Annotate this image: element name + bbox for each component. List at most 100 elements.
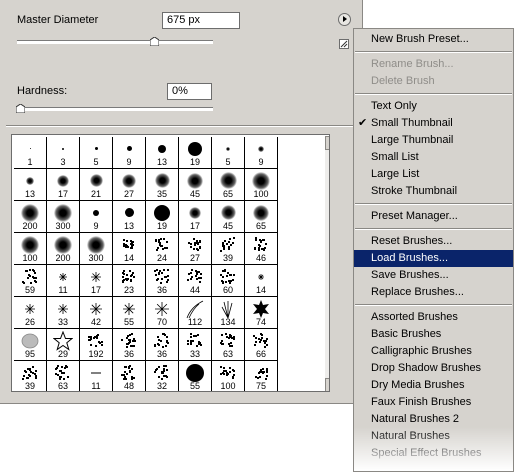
flyout-menu-icon[interactable] <box>338 13 351 26</box>
brush-cell[interactable]: 134 <box>212 297 245 329</box>
brush-tip-icon <box>179 267 211 286</box>
menu-item-faux-finish-brushes[interactable]: Faux Finish Brushes <box>354 394 513 411</box>
brush-cell[interactable]: 44 <box>179 265 212 297</box>
menu-item-large-list[interactable]: Large List <box>354 166 513 183</box>
hardness-field[interactable]: 0% <box>167 83 212 100</box>
brush-cell[interactable]: 33 <box>179 329 212 361</box>
brush-cell[interactable]: 23 <box>113 265 146 297</box>
brush-cell[interactable]: 39 <box>212 233 245 265</box>
brush-cell[interactable]: 42 <box>80 297 113 329</box>
brush-cell[interactable]: 192 <box>80 329 113 361</box>
master-diameter-field[interactable]: 675 px <box>162 12 240 29</box>
brush-cell[interactable]: 11 <box>80 361 113 391</box>
brush-cell[interactable]: 19 <box>179 137 212 169</box>
resize-icon[interactable] <box>339 39 349 49</box>
brush-tip-icon <box>179 235 211 254</box>
brush-cell[interactable]: 300 <box>47 201 80 233</box>
brush-cell[interactable]: 9 <box>245 137 278 169</box>
brush-cell[interactable]: 200 <box>47 233 80 265</box>
menu-item-special-effect-brushes[interactable]: Special Effect Brushes <box>354 445 513 462</box>
brush-cell[interactable]: 75 <box>245 361 278 391</box>
brush-tip-shape <box>25 303 35 314</box>
menu-item-stroke-thumbnail[interactable]: Stroke Thumbnail <box>354 183 513 200</box>
brush-cell[interactable]: 13 <box>113 201 146 233</box>
brush-cell[interactable]: 13 <box>146 137 179 169</box>
brush-cell[interactable]: 13 <box>14 169 47 201</box>
brush-cell[interactable]: 74 <box>245 297 278 329</box>
brush-cell[interactable]: 45 <box>212 201 245 233</box>
brush-cell[interactable]: 21 <box>80 169 113 201</box>
brush-cell[interactable]: 59 <box>14 265 47 297</box>
brush-cell[interactable]: 55 <box>113 297 146 329</box>
brush-cell[interactable]: 29 <box>47 329 80 361</box>
brush-cell[interactable]: 14 <box>245 265 278 297</box>
hardness-slider-thumb[interactable] <box>16 104 25 113</box>
brush-cell[interactable]: 17 <box>47 169 80 201</box>
brush-cell[interactable]: 48 <box>113 361 146 391</box>
menu-item-preset-manager[interactable]: Preset Manager... <box>354 208 513 225</box>
brush-cell[interactable]: 95 <box>14 329 47 361</box>
brush-cell[interactable]: 9 <box>113 137 146 169</box>
menu-item-assorted-brushes[interactable]: Assorted Brushes <box>354 309 513 326</box>
menu-item-small-thumbnail[interactable]: ✔ Small Thumbnail <box>354 115 513 132</box>
scroll-down-arrow-icon[interactable] <box>325 378 329 391</box>
brush-cell[interactable]: 33 <box>47 297 80 329</box>
master-diameter-slider-track[interactable] <box>17 40 213 44</box>
brush-cell[interactable]: 9 <box>80 201 113 233</box>
brush-cell[interactable]: 60 <box>212 265 245 297</box>
brush-cell[interactable]: 36 <box>146 265 179 297</box>
brush-cell[interactable]: 112 <box>179 297 212 329</box>
brush-cell[interactable]: 1 <box>14 137 47 169</box>
hardness-slider-track[interactable] <box>17 107 213 111</box>
menu-item-small-list[interactable]: Small List <box>354 149 513 166</box>
menu-item-dry-media-brushes[interactable]: Dry Media Brushes <box>354 377 513 394</box>
brush-cell[interactable]: 17 <box>179 201 212 233</box>
brush-cell[interactable]: 3 <box>47 137 80 169</box>
brush-cell[interactable]: 36 <box>146 329 179 361</box>
brush-cell[interactable]: 45 <box>179 169 212 201</box>
menu-item-basic-brushes[interactable]: Basic Brushes <box>354 326 513 343</box>
brush-cell[interactable]: 39 <box>14 361 47 391</box>
menu-item-large-thumbnail[interactable]: Large Thumbnail <box>354 132 513 149</box>
menu-item-natural-brushes-2[interactable]: Natural Brushes 2 <box>354 411 513 428</box>
menu-item-load-brushes[interactable]: Load Brushes... <box>354 250 513 267</box>
brush-cell[interactable]: 35 <box>146 169 179 201</box>
brush-cell[interactable]: 11 <box>47 265 80 297</box>
menu-item-save-brushes[interactable]: Save Brushes... <box>354 267 513 284</box>
brush-cell[interactable]: 100 <box>212 361 245 391</box>
brush-cell[interactable]: 19 <box>146 201 179 233</box>
brush-cell[interactable]: 63 <box>47 361 80 391</box>
brush-cell[interactable]: 36 <box>113 329 146 361</box>
brush-cell[interactable]: 300 <box>80 233 113 265</box>
brush-cell[interactable]: 5 <box>80 137 113 169</box>
menu-item-text-only[interactable]: Text Only <box>354 98 513 115</box>
brush-cell[interactable]: 100 <box>14 233 47 265</box>
brush-cell[interactable]: 65 <box>212 169 245 201</box>
menu-item-natural-brushes[interactable]: Natural Brushes <box>354 428 513 445</box>
brush-cell[interactable]: 200 <box>14 201 47 233</box>
menu-item-reset-brushes[interactable]: Reset Brushes... <box>354 233 513 250</box>
brush-cell[interactable]: 17 <box>80 265 113 297</box>
brush-cell[interactable]: 63 <box>212 329 245 361</box>
brush-cell[interactable]: 27 <box>113 169 146 201</box>
brush-cell[interactable]: 14 <box>113 233 146 265</box>
brush-cell[interactable]: 32 <box>146 361 179 391</box>
brush-cell[interactable]: 5 <box>212 137 245 169</box>
brush-cell[interactable]: 65 <box>245 201 278 233</box>
brush-cell[interactable]: 24 <box>146 233 179 265</box>
brush-tip-icon <box>212 171 244 190</box>
menu-item-drop-shadow-brushes[interactable]: Drop Shadow Brushes <box>354 360 513 377</box>
master-diameter-slider-thumb[interactable] <box>150 37 160 46</box>
menu-item-calligraphic-brushes[interactable]: Calligraphic Brushes <box>354 343 513 360</box>
brush-cell[interactable]: 70 <box>146 297 179 329</box>
vertical-scrollbar[interactable] <box>325 136 329 391</box>
brush-cell[interactable]: 26 <box>14 297 47 329</box>
brush-cell[interactable]: 55 <box>179 361 212 391</box>
brush-cell[interactable]: 27 <box>179 233 212 265</box>
scroll-up-arrow-icon[interactable] <box>325 136 329 150</box>
menu-item-replace-brushes[interactable]: Replace Brushes... <box>354 284 513 301</box>
brush-cell[interactable]: 66 <box>245 329 278 361</box>
menu-item-new-brush-preset[interactable]: New Brush Preset... <box>354 31 513 48</box>
brush-cell[interactable]: 100 <box>245 169 278 201</box>
brush-cell[interactable]: 46 <box>245 233 278 265</box>
